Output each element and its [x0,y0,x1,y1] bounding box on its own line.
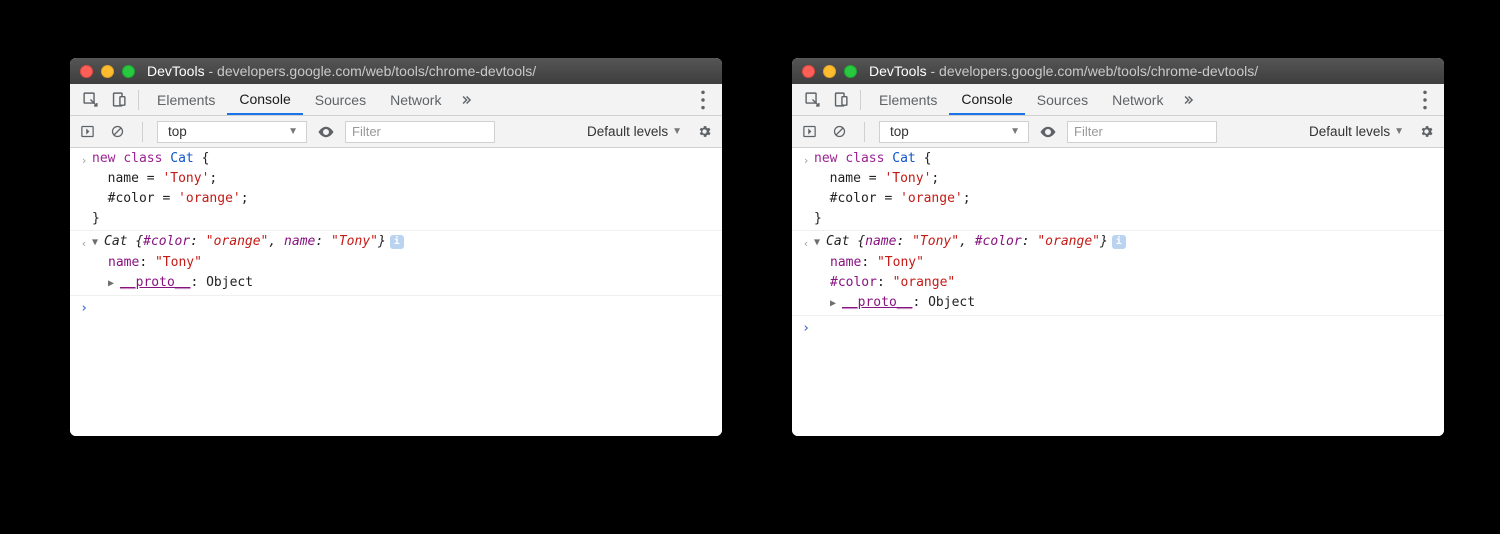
inspect-icon[interactable] [76,86,104,114]
tabstrip: Elements Console Sources Network [792,84,1444,116]
dropdown-triangle-icon: ▼ [672,126,682,137]
titlebar[interactable]: DevTools - developers.google.com/web/too… [792,58,1444,84]
console-output-row: ‹ ▼Cat {#color: "orange", name: "Tony"}i… [70,231,722,296]
devtools-window-left: DevTools - developers.google.com/web/too… [70,58,722,436]
minimize-icon[interactable] [101,65,114,78]
console-input-row: › new class Cat { name = 'Tony'; #color … [70,148,722,231]
filter-placeholder: Filter [1074,124,1103,139]
live-expression-icon[interactable] [315,121,337,143]
devtools-window-right: DevTools - developers.google.com/web/too… [792,58,1444,436]
kebab-menu-icon[interactable] [1412,86,1438,114]
console-output-row: ‹ ▼Cat {name: "Tony", #color: "orange"}i… [792,231,1444,316]
console-toolbar: top ▼ Filter Default levels ▼ [70,116,722,148]
dropdown-triangle-icon: ▼ [1010,126,1020,137]
log-levels-select[interactable]: Default levels ▼ [581,121,684,143]
window-title-app: DevTools [147,63,205,79]
code-block: new class Cat { name = 'Tony'; #color = … [814,149,1438,229]
tab-elements[interactable]: Elements [867,84,949,115]
live-expression-icon[interactable] [1037,121,1059,143]
expand-triangle-icon[interactable]: ▼ [814,233,826,253]
log-levels-select[interactable]: Default levels ▼ [1303,121,1406,143]
window-title-sep: - [205,63,217,79]
info-badge-icon[interactable]: i [390,235,404,249]
console-prompt-row[interactable]: › [70,296,722,320]
output-chevron-icon: ‹ [76,232,92,294]
tab-sources[interactable]: Sources [1025,84,1100,115]
expand-triangle-icon[interactable]: ▶ [830,294,842,314]
more-tabs-icon[interactable] [453,86,479,114]
tab-network[interactable]: Network [1100,84,1175,115]
tab-elements[interactable]: Elements [145,84,227,115]
console-input-row: › new class Cat { name = 'Tony'; #color … [792,148,1444,231]
tab-network[interactable]: Network [378,84,453,115]
dropdown-triangle-icon: ▼ [1394,126,1404,137]
device-toggle-icon[interactable] [826,86,854,114]
console-body[interactable]: › new class Cat { name = 'Tony'; #color … [70,148,722,436]
device-toggle-icon[interactable] [104,86,132,114]
console-prompt-row[interactable]: › [792,316,1444,340]
maximize-icon[interactable] [122,65,135,78]
input-chevron-icon: › [76,149,92,229]
minimize-icon[interactable] [823,65,836,78]
tab-sources[interactable]: Sources [303,84,378,115]
sidebar-toggle-icon[interactable] [798,121,820,143]
console-toolbar: top ▼ Filter Default levels ▼ [792,116,1444,148]
clear-console-icon[interactable] [828,121,850,143]
window-title-sep: - [927,63,939,79]
tab-console[interactable]: Console [227,84,302,115]
more-tabs-icon[interactable] [1175,86,1201,114]
prompt-chevron-icon: › [76,297,92,319]
gear-icon[interactable] [692,121,716,143]
output-block[interactable]: ▼Cat {#color: "orange", name: "Tony"}i n… [92,232,716,294]
sidebar-toggle-icon[interactable] [76,121,98,143]
expand-triangle-icon[interactable]: ▼ [92,233,104,253]
expand-triangle-icon[interactable]: ▶ [108,274,120,294]
filter-placeholder: Filter [352,124,381,139]
output-block[interactable]: ▼Cat {name: "Tony", #color: "orange"}i n… [814,232,1438,314]
prompt-chevron-icon: › [798,317,814,339]
inspect-icon[interactable] [798,86,826,114]
filter-input[interactable]: Filter [1067,121,1217,143]
kebab-menu-icon[interactable] [690,86,716,114]
code-block: new class Cat { name = 'Tony'; #color = … [92,149,716,229]
window-title-url: developers.google.com/web/tools/chrome-d… [217,63,536,79]
tab-console[interactable]: Console [949,84,1024,115]
maximize-icon[interactable] [844,65,857,78]
console-body[interactable]: › new class Cat { name = 'Tony'; #color … [792,148,1444,436]
context-value: top [168,124,187,139]
close-icon[interactable] [80,65,93,78]
clear-console-icon[interactable] [106,121,128,143]
window-title-url: developers.google.com/web/tools/chrome-d… [939,63,1258,79]
close-icon[interactable] [802,65,815,78]
input-chevron-icon: › [798,149,814,229]
dropdown-triangle-icon: ▼ [288,126,298,137]
context-select[interactable]: top ▼ [157,121,307,143]
context-value: top [890,124,909,139]
output-chevron-icon: ‹ [798,232,814,314]
titlebar[interactable]: DevTools - developers.google.com/web/too… [70,58,722,84]
context-select[interactable]: top ▼ [879,121,1029,143]
gear-icon[interactable] [1414,121,1438,143]
window-title-app: DevTools [869,63,927,79]
info-badge-icon[interactable]: i [1112,235,1126,249]
tabstrip: Elements Console Sources Network [70,84,722,116]
filter-input[interactable]: Filter [345,121,495,143]
